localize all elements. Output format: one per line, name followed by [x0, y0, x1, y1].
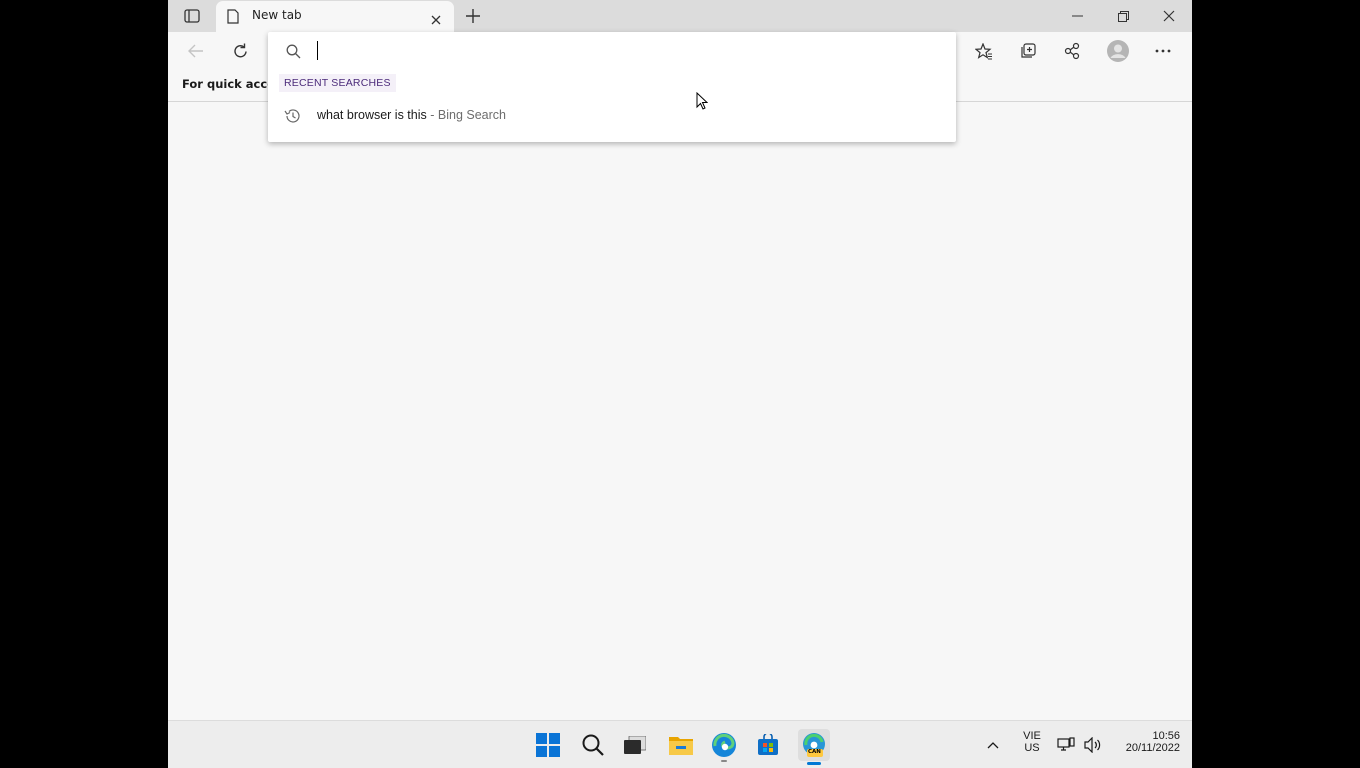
- volume-button[interactable]: [1081, 730, 1105, 760]
- favorites-star-icon: [975, 42, 992, 59]
- desktop-screen: New tab For quick access RECENT SEARCHES…: [168, 0, 1192, 768]
- new-tab-button[interactable]: [462, 6, 484, 26]
- collections-icon: [1021, 43, 1036, 58]
- avatar-icon: [1107, 40, 1129, 62]
- network-button[interactable]: [1055, 730, 1077, 760]
- refresh-button[interactable]: [226, 38, 254, 64]
- mouse-cursor-icon: [696, 91, 709, 114]
- start-button[interactable]: [533, 730, 563, 760]
- share-icon: [1064, 42, 1080, 60]
- address-bar-dropdown: RECENT SEARCHES what browser is this - B…: [268, 32, 956, 142]
- clock-time: 10:56: [1152, 730, 1180, 742]
- history-icon: [284, 108, 301, 128]
- running-indicator: [721, 760, 727, 762]
- favorites-button[interactable]: [970, 38, 998, 64]
- show-hidden-icons-button[interactable]: [983, 730, 1003, 760]
- network-icon: [1057, 737, 1075, 751]
- tab-actions-button[interactable]: [178, 6, 206, 26]
- recent-searches-header: RECENT SEARCHES: [279, 74, 396, 92]
- browser-titlebar: New tab: [168, 0, 1192, 32]
- input-language[interactable]: VIE US: [1020, 730, 1044, 754]
- page-content: [168, 103, 1192, 720]
- language-code: VIE: [1023, 730, 1041, 742]
- close-icon: [1163, 10, 1175, 22]
- active-indicator: [807, 762, 821, 765]
- taskbar: CAN VIE US 10:56 20/11/2022: [168, 720, 1192, 768]
- restore-icon: [1117, 10, 1129, 22]
- text-caret: [317, 41, 318, 60]
- store-icon: [758, 734, 778, 755]
- tab-title: New tab: [252, 8, 302, 22]
- refresh-icon: [233, 43, 247, 57]
- close-icon: [431, 15, 441, 25]
- edge-canary-button[interactable]: CAN: [798, 729, 830, 765]
- tab-close-button[interactable]: [431, 10, 441, 29]
- speaker-icon: [1084, 737, 1101, 753]
- extensions-button[interactable]: [1058, 38, 1086, 64]
- tab-actions-icon: [184, 9, 200, 23]
- taskbar-search-button[interactable]: [578, 730, 608, 760]
- more-dots-icon: [1155, 49, 1171, 53]
- profile-button[interactable]: [1104, 38, 1132, 64]
- settings-more-button[interactable]: [1149, 38, 1177, 64]
- file-explorer-button[interactable]: [666, 730, 696, 760]
- close-window-button[interactable]: [1146, 0, 1192, 32]
- suggestion-text: what browser is this - Bing Search: [317, 108, 506, 122]
- search-icon: [582, 734, 604, 756]
- clock-date: 20/11/2022: [1125, 742, 1180, 754]
- collections-button[interactable]: [1014, 38, 1042, 64]
- address-input[interactable]: [316, 40, 916, 62]
- chevron-up-icon: [987, 742, 999, 749]
- store-button[interactable]: [753, 730, 783, 760]
- keyboard-layout: US: [1024, 742, 1040, 754]
- back-arrow-icon: [188, 44, 203, 58]
- folder-icon: [669, 737, 693, 755]
- task-view-icon: [624, 736, 646, 754]
- minimize-button[interactable]: [1054, 0, 1100, 32]
- windows-logo-icon: [536, 733, 560, 757]
- clock[interactable]: 10:56 20/11/2022: [1114, 730, 1180, 754]
- page-icon: [227, 9, 239, 28]
- edge-canary-badge: CAN: [808, 749, 821, 755]
- edge-icon: [712, 733, 736, 757]
- task-view-button[interactable]: [620, 730, 650, 760]
- suggestion-item[interactable]: what browser is this - Bing Search: [268, 100, 956, 132]
- restore-button[interactable]: [1100, 0, 1146, 32]
- plus-icon: [466, 9, 480, 23]
- back-button[interactable]: [182, 38, 210, 64]
- edge-taskbar-button[interactable]: [709, 730, 739, 762]
- suggestion-query: what browser is this: [317, 108, 427, 122]
- minimize-icon: [1071, 15, 1083, 17]
- search-icon: [286, 44, 301, 63]
- suggestion-engine: - Bing Search: [426, 108, 506, 122]
- tab-new-tab[interactable]: New tab: [216, 1, 454, 32]
